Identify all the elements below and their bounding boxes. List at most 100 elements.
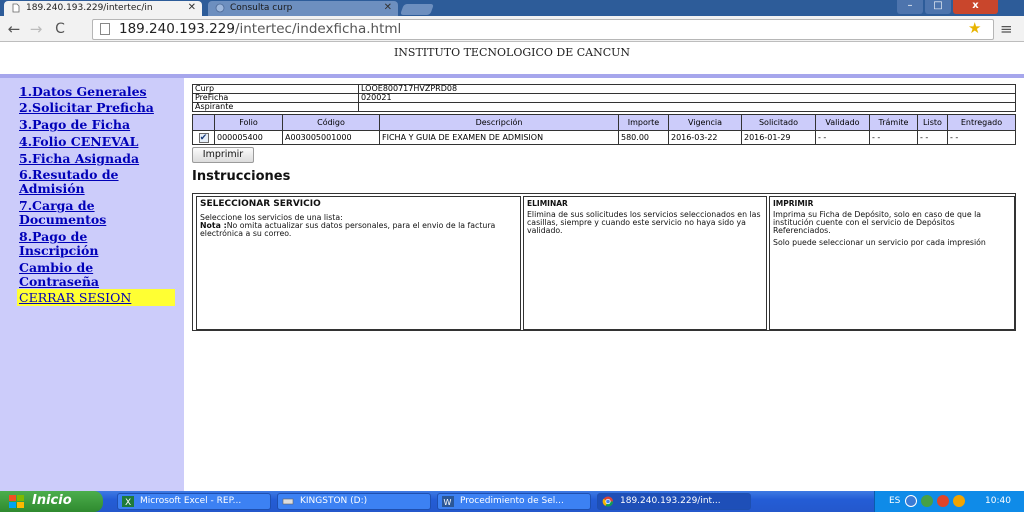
url-host: 189.240.193.229 [119, 21, 235, 37]
system-tray: ES 10:40 [874, 491, 1024, 512]
instruction-print-text-1: Imprima su Ficha de Depósito, solo en ca… [773, 210, 982, 235]
note-text: No omita actualizar sus datos personales… [200, 221, 496, 238]
svg-text:W: W [444, 498, 452, 507]
instruction-delete-text: Elimina de sus solicitudes los servicios… [527, 210, 761, 235]
column-header-vigencia: Vigencia [668, 114, 742, 131]
cell-tramite: - - [869, 130, 918, 145]
sidebar-item-cambio-contrasena-line2[interactable]: Contraseña [19, 274, 99, 290]
column-header-entregado: Entregado [947, 114, 1016, 131]
sidebar-item-folio-ceneval[interactable]: 4.Folio CENEVAL [19, 134, 138, 150]
excel-icon: X [122, 496, 134, 507]
applicant-info-table: Curp LOOE800717HVZPRD08 PreFicha 020021 … [192, 84, 1016, 112]
bookmark-star-icon[interactable]: ★ [968, 19, 981, 37]
cell-solicitado: 2016-01-29 [741, 130, 816, 145]
instruction-print-text-2: Solo puede seleccionar un servicio por c… [773, 238, 986, 247]
browser-toolbar: ← → C 189.240.193.229/intertec/indexfich… [0, 16, 1024, 42]
tab-close-icon[interactable]: ✕ [384, 1, 392, 15]
chrome-icon [602, 496, 614, 507]
antivirus-icon[interactable] [937, 495, 949, 507]
new-tab-button[interactable] [399, 4, 435, 15]
tab-consulta-curp[interactable]: Consulta curp ✕ [208, 1, 398, 16]
address-bar[interactable]: 189.240.193.229/intertec/indexficha.html [92, 19, 994, 40]
instructions-title: Instrucciones [192, 169, 291, 184]
window-close-button[interactable]: x [953, 0, 998, 14]
cell-validado: - - [815, 130, 870, 145]
forward-arrow-icon[interactable]: → [26, 20, 46, 38]
minimize-button[interactable]: – [897, 0, 923, 14]
sidebar-item-resultado-admision-line2[interactable]: Admisión [19, 181, 85, 197]
security-icon[interactable] [921, 495, 933, 507]
maximize-button[interactable]: □ [925, 0, 951, 14]
clock: 10:40 [985, 496, 1011, 506]
services-table: Folio Código Descripción Importe Vigenci… [192, 114, 1016, 145]
cell-entregado: - - [947, 130, 1016, 145]
page-icon [100, 23, 110, 35]
browser-tab-bar: 189.240.193.229/intertec/in ✕ Consulta c… [0, 0, 1024, 16]
instruction-print-box: IMPRIMIR Imprima su Ficha de Depósito, s… [769, 196, 1015, 330]
column-header-codigo: Código [282, 114, 380, 131]
tab-active[interactable]: 189.240.193.229/intertec/in ✕ [4, 1, 202, 16]
taskbar-label: Microsoft Excel - REP... [140, 496, 242, 506]
cell-folio: 000005400 [214, 130, 283, 145]
logout-link[interactable]: CERRAR SESION [17, 289, 175, 306]
language-indicator[interactable]: ES [889, 491, 900, 512]
page-title: INSTITUTO TECNOLOGICO DE CANCUN [0, 43, 1024, 75]
start-label: Inicio [32, 493, 72, 508]
table-header-row: Folio Código Descripción Importe Vigenci… [192, 114, 1016, 131]
instruction-delete-heading: ELIMINAR [527, 199, 568, 208]
instruction-select-note: Nota :No omita actualizar sus datos pers… [200, 222, 517, 238]
column-header-tramite: Trámite [869, 114, 918, 131]
instruction-select-box: SELECCIONAR SERVICIO Seleccione los serv… [196, 196, 521, 330]
column-header-validado: Validado [815, 114, 870, 131]
taskbar-item-chrome[interactable]: 189.240.193.229/int... [597, 493, 751, 510]
taskbar-item-word[interactable]: W Procedimiento de Sel... [437, 493, 591, 510]
page-icon [12, 3, 20, 13]
aspirante-label: Aspirante [192, 102, 359, 112]
back-arrow-icon[interactable]: ← [4, 20, 24, 38]
start-button[interactable]: Inicio [0, 491, 103, 512]
sidebar-item-ficha-asignada[interactable]: 5.Ficha Asignada [19, 151, 139, 167]
update-icon[interactable] [953, 495, 965, 507]
tab-close-icon[interactable]: ✕ [188, 1, 196, 15]
instructions-panel: SELECCIONAR SERVICIO Seleccione los serv… [192, 193, 1016, 331]
taskbar-label: 189.240.193.229/int... [620, 496, 721, 506]
reload-icon[interactable]: C [50, 20, 70, 38]
menu-icon[interactable]: ≡ [1000, 20, 1013, 38]
preficha-value: 020021 [358, 93, 1016, 103]
taskbar-item-excel[interactable]: X Microsoft Excel - REP... [117, 493, 271, 510]
globe-icon [215, 3, 225, 13]
svg-text:X: X [125, 498, 131, 507]
sidebar-item-pago-ficha[interactable]: 3.Pago de Ficha [19, 117, 130, 133]
cell-listo: - - [917, 130, 948, 145]
print-button[interactable]: Imprimir [192, 147, 254, 163]
sidebar-item-solicitar-preficha[interactable]: 2.Solicitar Preficha [19, 100, 154, 116]
taskbar: Inicio X Microsoft Excel - REP... KINGST… [0, 491, 1024, 512]
sidebar-item-carga-documentos-line2[interactable]: Documentos [19, 212, 106, 228]
taskbar-label: Procedimiento de Sel... [460, 496, 564, 506]
tab-title: Consulta curp [230, 3, 293, 13]
cell-vigencia: 2016-03-22 [668, 130, 742, 145]
cell-descripcion: FICHA Y GUIA DE EXAMEN DE ADMISION [379, 130, 619, 145]
column-header-importe: Importe [618, 114, 669, 131]
column-header-descripcion: Descripción [379, 114, 619, 131]
word-icon: W [442, 496, 454, 507]
taskbar-label: KINGSTON (D:) [300, 496, 368, 506]
taskbar-item-kingston[interactable]: KINGSTON (D:) [277, 493, 431, 510]
sidebar: 1.Datos Generales 2.Solicitar Preficha 3… [0, 78, 184, 491]
cell-importe: 580.00 [618, 130, 669, 145]
row-select-checkbox[interactable]: ✔ [198, 132, 209, 143]
sidebar-item-datos-generales[interactable]: 1.Datos Generales [19, 84, 147, 100]
tab-title: 189.240.193.229/intertec/in [26, 3, 153, 13]
usb-drive-icon [282, 498, 294, 505]
aspirante-value [358, 102, 1016, 112]
network-icon[interactable] [905, 495, 917, 507]
instruction-select-heading: SELECCIONAR SERVICIO [200, 199, 321, 209]
cell-codigo: A003005001000 [282, 130, 380, 145]
column-header-listo: Listo [917, 114, 948, 131]
screen: 189.240.193.229/intertec/in ✕ Consulta c… [0, 0, 1024, 512]
sidebar-item-pago-inscripcion-line2[interactable]: Inscripción [19, 243, 98, 259]
url-path: /intertec/indexficha.html [234, 21, 402, 37]
instruction-delete-box: ELIMINAR Elimina de sus solicitudes los … [523, 196, 767, 330]
table-row: ✔ 000005400 A003005001000 FICHA Y GUIA D… [192, 130, 1016, 145]
column-header-solicitado: Solicitado [741, 114, 816, 131]
